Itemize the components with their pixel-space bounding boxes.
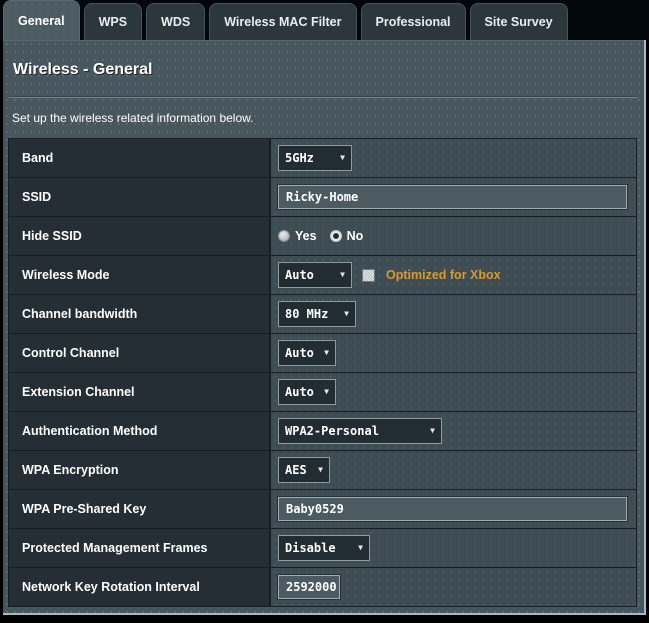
band-select[interactable]: 5GHz ▼ [278,145,352,171]
row-key-rotation: Network Key Rotation Interval 2592000 [9,568,636,606]
field-label-ssid: SSID [9,178,271,216]
field-label-channel-bandwidth: Channel bandwidth [9,295,271,333]
dropdown-arrow-icon: ▼ [318,465,323,474]
tab-wds[interactable]: WDS [146,3,206,40]
field-label-authentication-method: Authentication Method [9,412,271,450]
field-label-wpa-encryption: WPA Encryption [9,451,271,489]
wpa-encryption-select[interactable]: AES ▼ [278,457,330,483]
content-panel: Wireless - General Set up the wireless r… [3,40,646,615]
key-rotation-input[interactable]: 2592000 [278,575,340,599]
wpa-encryption-select-value: AES [285,463,307,477]
row-ssid: SSID Ricky-Home [9,178,636,217]
hide-ssid-yes-radio[interactable]: Yes [278,229,317,243]
control-channel-select-value: Auto [285,346,314,360]
radio-selected-icon [329,230,342,242]
wireless-mode-select-value: Auto [285,268,314,282]
hide-ssid-yes-label: Yes [295,229,317,243]
extension-channel-select[interactable]: Auto ▼ [278,379,336,405]
row-wireless-mode: Wireless Mode Auto ▼ Optimized for Xbox [9,256,636,295]
row-extension-channel: Extension Channel Auto ▼ [9,373,636,412]
radio-unselected-icon [278,230,290,242]
ssid-input[interactable]: Ricky-Home [278,185,627,209]
row-hide-ssid: Hide SSID Yes No [9,217,636,256]
wpa-psk-input[interactable]: Baby0529 [278,497,627,521]
field-label-band: Band [9,139,271,177]
tab-bar: General WPS WDS Wireless MAC Filter Prof… [0,0,649,40]
field-label-control-channel: Control Channel [9,334,271,372]
field-label-extension-channel: Extension Channel [9,373,271,411]
dropdown-arrow-icon: ▼ [358,543,363,552]
dropdown-arrow-icon: ▼ [340,270,345,279]
field-label-key-rotation: Network Key Rotation Interval [9,568,271,606]
optimized-xbox-label: Optimized for Xbox [386,268,501,282]
page-description: Set up the wireless related information … [12,111,254,125]
field-label-pmf: Protected Management Frames [9,529,271,567]
pmf-select[interactable]: Disable ▼ [278,535,370,561]
dropdown-arrow-icon: ▼ [430,426,435,435]
dropdown-arrow-icon: ▼ [324,387,329,396]
row-wpa-encryption: WPA Encryption AES ▼ [9,451,636,490]
channel-bandwidth-select[interactable]: 80 MHz ▼ [278,301,356,327]
control-channel-select[interactable]: Auto ▼ [278,340,336,366]
row-channel-bandwidth: Channel bandwidth 80 MHz ▼ [9,295,636,334]
row-band: Band 5GHz ▼ [9,139,636,178]
tab-general[interactable]: General [3,0,80,40]
dropdown-arrow-icon: ▼ [344,309,349,318]
channel-bandwidth-select-value: 80 MHz [285,307,329,321]
row-control-channel: Control Channel Auto ▼ [9,334,636,373]
tab-wireless-mac-filter[interactable]: Wireless MAC Filter [209,3,357,40]
tab-wps[interactable]: WPS [83,3,143,40]
wireless-mode-select[interactable]: Auto ▼ [278,262,352,288]
optimized-xbox-checkbox[interactable] [362,268,375,282]
authentication-method-select[interactable]: WPA2-Personal ▼ [278,418,442,444]
dropdown-arrow-icon: ▼ [340,153,345,162]
field-label-wpa-psk: WPA Pre-Shared Key [9,490,271,528]
extension-channel-select-value: Auto [285,385,314,399]
row-pmf: Protected Management Frames Disable ▼ [9,529,636,568]
dropdown-arrow-icon: ▼ [324,348,329,357]
field-label-wireless-mode: Wireless Mode [9,256,271,294]
wireless-settings-page: General WPS WDS Wireless MAC Filter Prof… [0,0,649,623]
band-select-value: 5GHz [285,151,314,165]
pmf-select-value: Disable [285,541,336,555]
tab-professional[interactable]: Professional [360,3,466,40]
authentication-method-select-value: WPA2-Personal [285,424,379,438]
field-label-hide-ssid: Hide SSID [9,217,271,255]
settings-table: Band 5GHz ▼ SSID Ricky-Home Hide SSID Ye… [8,138,637,607]
row-authentication-method: Authentication Method WPA2-Personal ▼ [9,412,636,451]
hide-ssid-no-radio[interactable]: No [329,229,364,243]
hide-ssid-no-label: No [346,229,364,243]
row-wpa-psk: WPA Pre-Shared Key Baby0529 [9,490,636,529]
page-title: Wireless - General [13,61,153,78]
tab-site-survey[interactable]: Site Survey [469,3,568,40]
